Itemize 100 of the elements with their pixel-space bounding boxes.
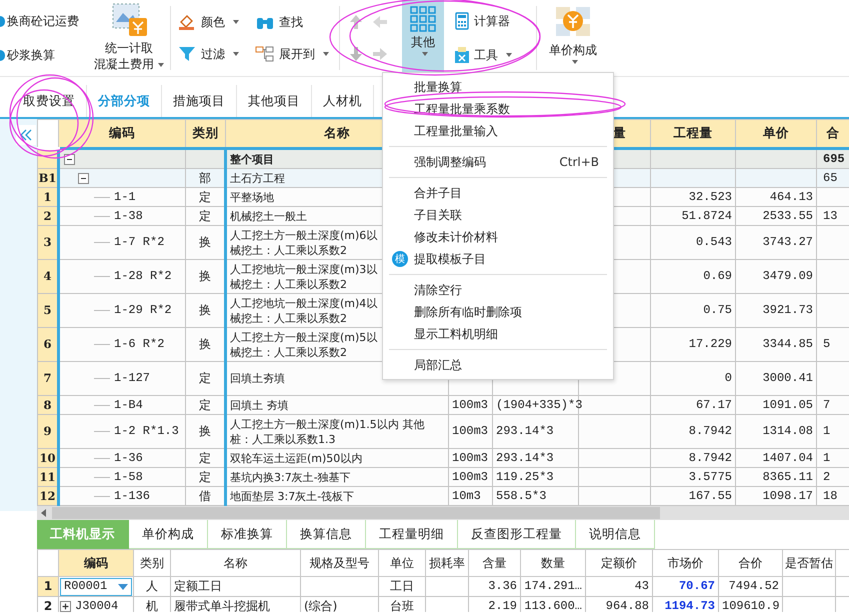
unified-fee-button[interactable]: 统一计取 混凝土费用 [90, 0, 168, 76]
table-cell: 0.543 [650, 226, 736, 260]
plus-icon [62, 603, 69, 610]
code-text: 1-7 R*2 [114, 235, 164, 250]
column-header: 含量 [468, 550, 520, 576]
column-header: 是否暂估 [782, 550, 836, 576]
table-cell: 工日 [378, 576, 426, 596]
tab[interactable]: 工程量明细 [366, 519, 458, 549]
tab[interactable]: 标准换算 [208, 519, 287, 549]
toolbar-button[interactable]: 颜色 [177, 10, 255, 34]
menu-item[interactable]: 批量换算 [383, 76, 613, 98]
table-cell: 基坑内换3:7灰土-独基下 [226, 468, 448, 486]
annotation-ellipse [9, 89, 79, 157]
row-number: 12 [38, 486, 58, 506]
column-header: 编码 [58, 550, 134, 576]
menu-item-label: 批量换算 [414, 78, 462, 96]
table-cell: 293.14*3 [492, 448, 578, 468]
grid-icon [410, 6, 436, 32]
table-cell [426, 576, 468, 596]
code-dropdown[interactable]: R00001 [60, 578, 132, 596]
column-header: 合 [816, 120, 849, 148]
column-header: 规格及型号 [300, 550, 378, 576]
table-cell: 1407.04 [736, 448, 816, 468]
code-text: 1-28 R*2 [114, 269, 172, 284]
toolbar-item[interactable]: 砂浆换算 [0, 44, 90, 66]
row-number: 10 [38, 448, 58, 468]
column-header: 合价 [718, 550, 782, 576]
table-cell: 100m3 [448, 414, 492, 448]
table-cell: 定额工日 [170, 576, 300, 596]
column-header: 数量 [520, 550, 586, 576]
expand-toggle[interactable] [60, 601, 71, 612]
table-cell: 119.25*3 [492, 468, 578, 486]
tab[interactable]: 其他项目 [237, 85, 312, 117]
collapse-toggle[interactable] [78, 172, 89, 184]
toolbar-button[interactable]: 查找 [255, 10, 333, 34]
column-header: 类别 [134, 550, 170, 576]
shortcut-text: Ctrl+B [559, 155, 599, 169]
row-number: 8 [38, 396, 58, 414]
table-cell: 32.523 [650, 188, 736, 206]
table-cell: 100m3 [448, 396, 492, 414]
horizontal-scrollbar[interactable] [37, 506, 849, 520]
tab[interactable]: 换算信息 [287, 519, 366, 549]
column-header: 类别 [186, 120, 226, 148]
table-cell: 3743.27 [736, 226, 816, 260]
table-cell: 65 [816, 168, 849, 188]
toolbar-button[interactable]: 过滤 [177, 42, 255, 66]
code-text: 1-6 R*2 [114, 337, 164, 352]
caret-icon [323, 52, 329, 56]
row-number: 2 [38, 206, 58, 226]
caret-icon [422, 52, 428, 56]
template-icon: 模 [392, 251, 408, 267]
down-arrow-icon[interactable] [349, 46, 363, 62]
code-text: 1-38 [114, 208, 143, 224]
row-number: 7 [38, 362, 58, 396]
tab[interactable]: 人材机 [312, 85, 374, 117]
tab[interactable]: 措施项目 [162, 85, 237, 117]
table-cell: 3479.09 [736, 260, 816, 294]
right-arrow-icon[interactable] [372, 47, 388, 61]
column-header: 损耗率 [426, 550, 468, 576]
tab[interactable]: 说明信息 [576, 519, 655, 549]
table-cell: 67.17 [650, 396, 736, 414]
column-header: 名称 [170, 550, 300, 576]
row-number: 3 [38, 226, 58, 260]
table-cell: 1314.08 [736, 414, 816, 448]
table-cell: 0.75 [650, 294, 736, 328]
table-cell: 100m3 [448, 448, 492, 468]
row-number: 11 [38, 468, 58, 486]
code-text: 1-58 [114, 470, 143, 484]
scroll-thumb[interactable] [52, 507, 660, 519]
toolbox-icon [454, 46, 470, 64]
table-cell: 293.14*3 [492, 414, 578, 448]
up-arrow-icon[interactable] [349, 14, 363, 30]
filter-icon [177, 45, 197, 63]
table-cell: 1091.05 [736, 396, 816, 414]
toolbar-item[interactable]: 换商砼记运费 [0, 10, 90, 32]
collapse-toggle[interactable] [64, 154, 75, 164]
table-cell: 0 [650, 362, 736, 396]
code-text: 1-B4 [114, 398, 143, 412]
toolbar-button[interactable]: 展开到 [255, 42, 333, 66]
tab[interactable]: 单价构成 [129, 519, 208, 549]
column-header: 工程量 [650, 120, 736, 148]
column-header: 市场价 [652, 550, 718, 576]
toolbar-button[interactable]: 工具 [454, 43, 524, 67]
table-cell: 人 [134, 576, 170, 596]
table-cell: 3921.73 [736, 294, 816, 328]
tab[interactable]: 反查图形工程量 [458, 519, 576, 549]
row-number: 1 [38, 576, 58, 596]
table-cell: 部 [186, 168, 226, 188]
table-cell: 双轮车运土运距(m)50以内 [226, 448, 448, 468]
caret-icon [233, 52, 239, 56]
table-cell: 464.13 [736, 188, 816, 206]
table-cell: 8365.11 [736, 468, 816, 486]
row-number: 4 [38, 260, 58, 294]
table-cell: 7494.52 [718, 576, 782, 596]
paint-bucket-icon [177, 13, 197, 31]
code-text: 1-29 R*2 [114, 303, 172, 318]
toolbar-button[interactable]: 计算器 [454, 9, 524, 33]
table-cell: 0.69 [650, 260, 736, 294]
table-cell: 2533.55 [736, 206, 816, 226]
table-cell: 3344.85 [736, 328, 816, 362]
